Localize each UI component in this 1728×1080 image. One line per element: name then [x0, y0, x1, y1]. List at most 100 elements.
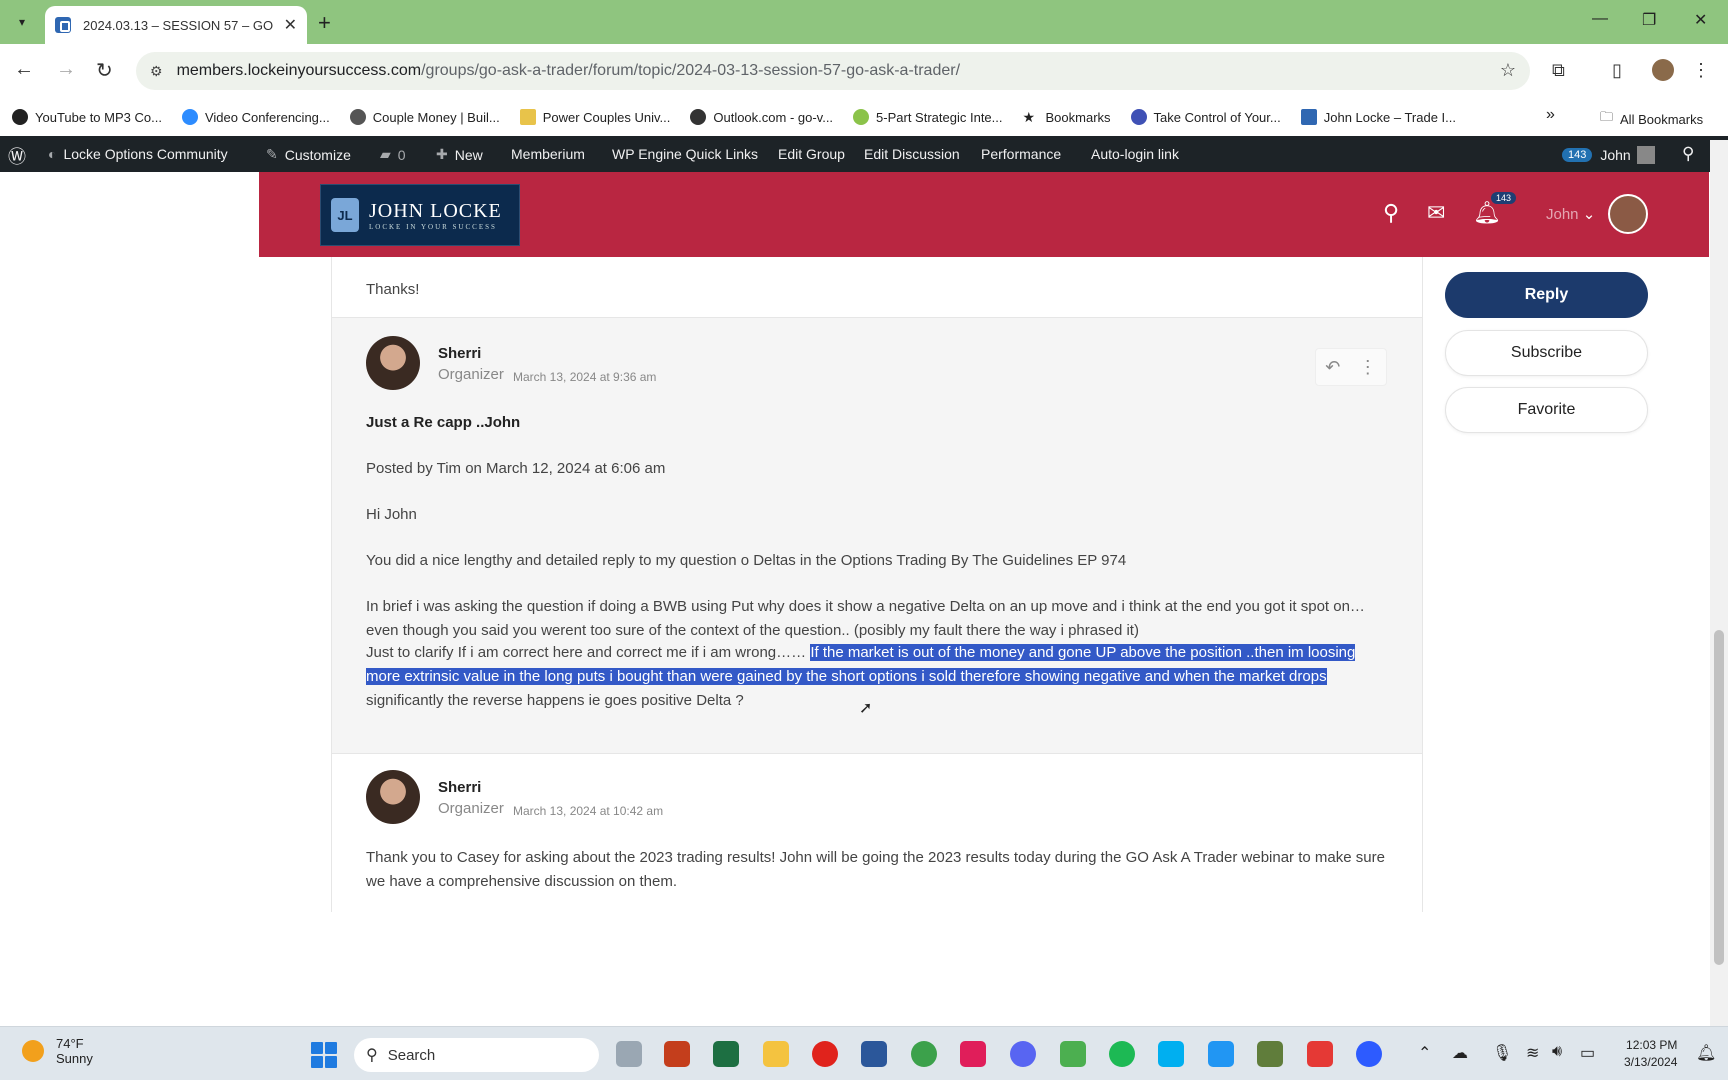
- microphone-icon[interactable]: 🎙︎: [1492, 1043, 1512, 1063]
- menu-icon[interactable]: ⋮: [1692, 60, 1710, 81]
- wp-engine-link[interactable]: WP Engine Quick Links: [612, 146, 758, 162]
- notification-bell-icon[interactable]: 🔔︎: [1696, 1043, 1716, 1063]
- reply-arrow-icon[interactable]: ↶: [1325, 357, 1340, 378]
- weather-condition: Sunny: [56, 1051, 93, 1066]
- chrome-icon[interactable]: [911, 1041, 937, 1067]
- wp-site-link[interactable]: ◐ Locke Options Community: [48, 146, 228, 162]
- wp-new-link[interactable]: ✚ New: [436, 146, 483, 163]
- bookmark-item[interactable]: YouTube to MP3 Co...: [12, 109, 162, 125]
- reply-item: Sherri Organizer March 13, 2024 at 10:42…: [332, 754, 1422, 912]
- tab-search-button[interactable]: ▾: [8, 10, 36, 34]
- close-tab-icon[interactable]: ✕: [284, 15, 297, 35]
- folder-app-icon[interactable]: [763, 1041, 789, 1067]
- messages-icon[interactable]: ✉: [1427, 200, 1445, 226]
- author-avatar[interactable]: [366, 336, 420, 390]
- bookmark-item[interactable]: Couple Money | Buil...: [349, 109, 500, 125]
- reply-paragraph: You did a nice lengthy and detailed repl…: [366, 552, 1127, 569]
- scrollbar-thumb[interactable]: [1714, 630, 1724, 965]
- back-icon[interactable]: ←: [14, 58, 34, 81]
- app-icon[interactable]: [1257, 1041, 1283, 1067]
- camtasia-icon[interactable]: [1060, 1041, 1086, 1067]
- wp-account-menu[interactable]: 143 John: [1562, 146, 1655, 164]
- discord-icon[interactable]: [1010, 1041, 1036, 1067]
- minimize-icon[interactable]: —: [1592, 10, 1608, 28]
- wordpress-logo-icon[interactable]: Ⓦ: [8, 143, 26, 169]
- site-logo[interactable]: JL JOHN LOCKE LOCKE IN YOUR SUCCESS: [320, 184, 520, 246]
- taskbar-clock[interactable]: 12:03 PM 3/13/2024: [1624, 1037, 1677, 1071]
- author-avatar[interactable]: [366, 770, 420, 824]
- previous-reply-tail: Thanks!: [332, 257, 1422, 317]
- bookmark-item[interactable]: John Locke – Trade I...: [1300, 109, 1456, 125]
- app-icon[interactable]: [1307, 1041, 1333, 1067]
- new-tab-button[interactable]: +: [318, 10, 331, 36]
- more-options-icon[interactable]: ⋮: [1359, 357, 1377, 378]
- side-panel-icon[interactable]: ▯: [1612, 60, 1622, 81]
- skype-icon[interactable]: [1158, 1041, 1184, 1067]
- wp-edit-discussion-link[interactable]: Edit Discussion: [864, 146, 960, 162]
- wp-search-icon[interactable]: ⚲: [1682, 144, 1694, 164]
- restore-icon[interactable]: ❐: [1642, 10, 1656, 30]
- bookmark-item[interactable]: ★ Bookmarks: [1023, 109, 1111, 125]
- weather-widget[interactable]: 74°F Sunny: [22, 1036, 93, 1066]
- wp-customize-link[interactable]: ✎ Customize: [266, 146, 351, 163]
- wp-edit-group-link[interactable]: Edit Group: [778, 146, 845, 162]
- reply-paragraph: Thank you to Casey for asking about the …: [366, 849, 1385, 890]
- more-bookmarks-icon[interactable]: »: [1546, 106, 1555, 124]
- slack-icon[interactable]: [960, 1041, 986, 1067]
- powerpoint-icon[interactable]: [664, 1041, 690, 1067]
- page-scrollbar[interactable]: [1710, 140, 1728, 1026]
- windows-start-icon[interactable]: [311, 1042, 337, 1068]
- wp-comments-link[interactable]: ▰ 0: [380, 146, 406, 163]
- volume-icon[interactable]: 🔊︎: [1552, 1043, 1562, 1061]
- cloud-icon[interactable]: ☁: [1452, 1043, 1468, 1063]
- file-explorer-app-icon[interactable]: [616, 1041, 642, 1067]
- opera-icon[interactable]: [812, 1041, 838, 1067]
- url-host: members.lockeinyoursuccess.com: [176, 62, 422, 79]
- comment-icon: ▰: [380, 146, 391, 162]
- clock-time: 12:03 PM: [1626, 1038, 1678, 1052]
- bookmark-item[interactable]: Video Conferencing...: [181, 109, 330, 125]
- all-bookmarks-button[interactable]: 🗀 All Bookmarks: [1600, 108, 1703, 130]
- wifi-icon[interactable]: ≋: [1526, 1043, 1539, 1063]
- active-tab[interactable]: 2024.03.13 – SESSION 57 – GO ✕: [45, 6, 307, 44]
- wp-performance-link[interactable]: Performance: [981, 146, 1061, 162]
- author-name[interactable]: Sherri: [438, 779, 481, 796]
- address-bar[interactable]: ⚙ members.lockeinyoursuccess.com/groups/…: [136, 52, 1530, 90]
- word-icon[interactable]: [861, 1041, 887, 1067]
- extensions-icon[interactable]: ⧉: [1552, 60, 1565, 81]
- bookmark-item[interactable]: Power Couples Univ...: [519, 109, 670, 125]
- bookmark-item[interactable]: Take Control of Your...: [1130, 109, 1281, 125]
- app-icon[interactable]: [1208, 1041, 1234, 1067]
- profile-avatar[interactable]: [1652, 59, 1674, 81]
- excel-icon[interactable]: [713, 1041, 739, 1067]
- header-avatar[interactable]: [1608, 194, 1648, 234]
- reload-icon[interactable]: ↻: [96, 58, 113, 83]
- battery-icon[interactable]: ▭: [1580, 1043, 1595, 1063]
- dashboard-icon: ◐: [48, 146, 57, 162]
- bookmark-star-icon[interactable]: ☆: [1500, 60, 1516, 81]
- star-icon: ★: [1022, 109, 1036, 125]
- zoom-icon[interactable]: [1356, 1041, 1382, 1067]
- wp-engine-label: WP Engine Quick Links: [612, 146, 759, 162]
- wp-edit-discussion-label: Edit Discussion: [864, 146, 960, 162]
- spotify-icon[interactable]: [1109, 1041, 1135, 1067]
- header-user-menu[interactable]: John ⌄: [1546, 205, 1595, 223]
- subscribe-button[interactable]: Subscribe: [1445, 330, 1648, 376]
- wp-autologin-link[interactable]: Auto-login link: [1091, 146, 1179, 162]
- bookmark-item[interactable]: 5-Part Strategic Inte...: [853, 109, 1003, 125]
- search-icon[interactable]: ⚲: [1383, 200, 1399, 226]
- wp-count-badge: 143: [1562, 148, 1593, 162]
- logo-tagline: LOCKE IN YOUR SUCCESS: [369, 222, 497, 231]
- reply-button[interactable]: Reply: [1445, 272, 1648, 318]
- taskbar-search[interactable]: ⚲ Search: [354, 1038, 599, 1072]
- search-icon: ⚲: [366, 1047, 378, 1064]
- forward-icon[interactable]: →: [56, 58, 76, 81]
- author-role: Organizer: [438, 366, 504, 383]
- close-window-icon[interactable]: ✕: [1694, 10, 1707, 30]
- bookmark-item[interactable]: Outlook.com - go-v...: [690, 109, 833, 125]
- author-name[interactable]: Sherri: [438, 345, 481, 362]
- wp-memberium-link[interactable]: Memberium: [511, 146, 585, 162]
- site-info-icon[interactable]: ⚙: [150, 63, 163, 80]
- favorite-button[interactable]: Favorite: [1445, 387, 1648, 433]
- chevron-up-icon[interactable]: ⌃: [1418, 1043, 1431, 1063]
